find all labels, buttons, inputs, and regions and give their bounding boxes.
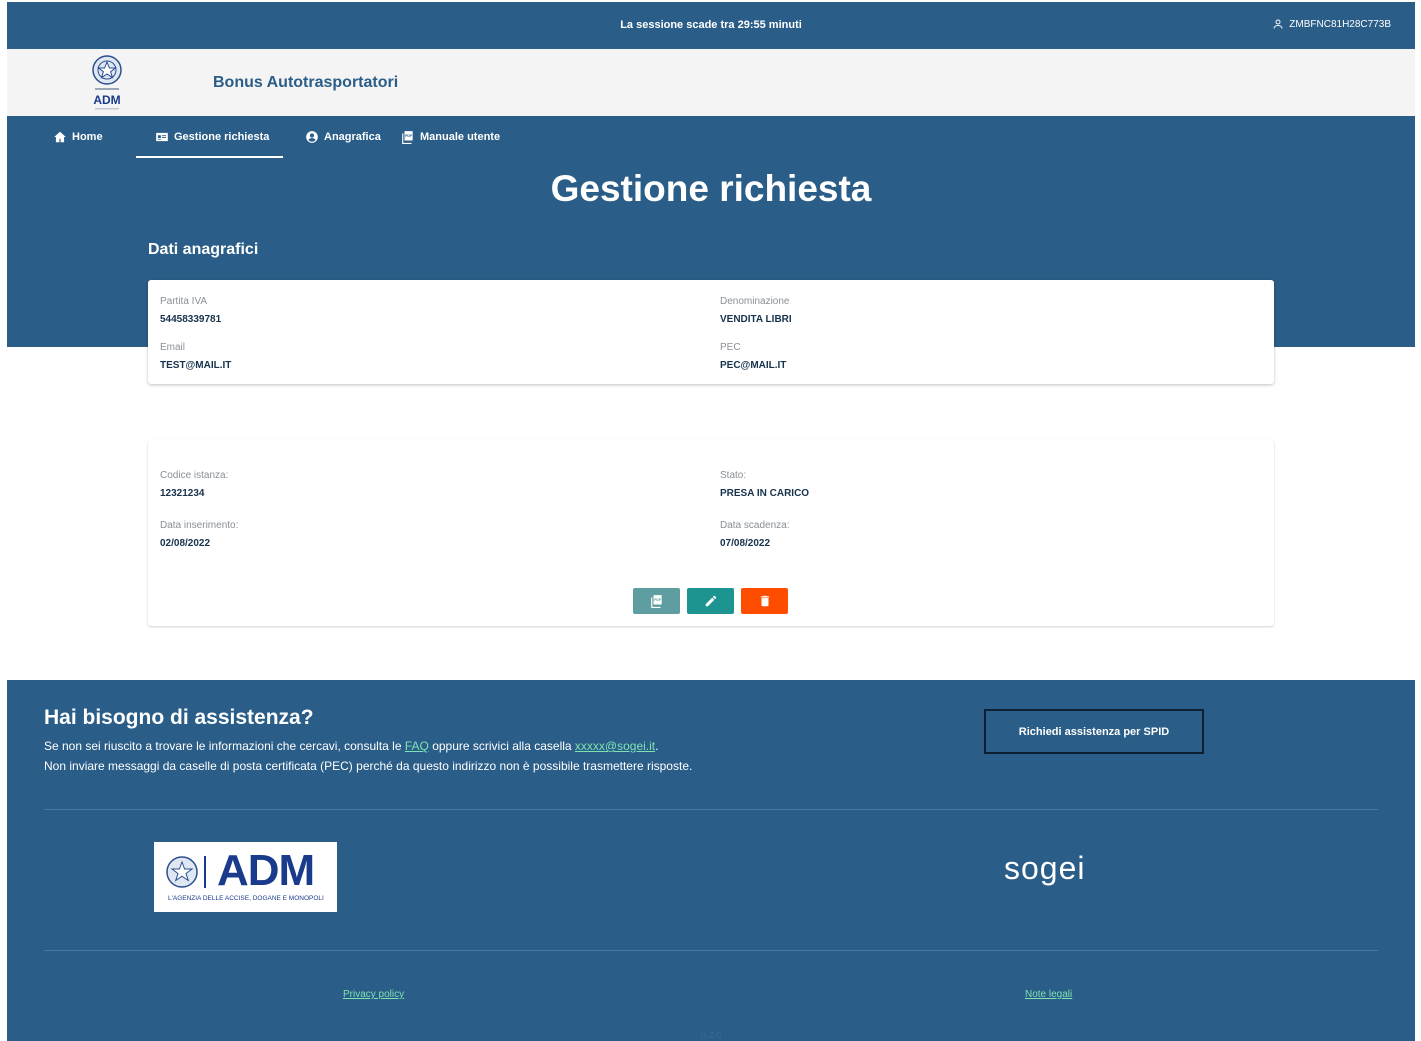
field-denominazione: Denominazione VENDITA LIBRI [720, 296, 792, 325]
pdf-icon: PDF [650, 595, 662, 608]
adm-emblem-logo[interactable]: ADM [87, 53, 127, 115]
home-icon [54, 131, 66, 143]
footer-divider-top [44, 809, 1378, 810]
section-title: Dati anagrafici [148, 241, 259, 258]
field-data-inserimento: Data inserimento: 02/08/2022 [160, 520, 238, 549]
svg-text:PDF: PDF [654, 598, 662, 602]
data-inserimento-label: Data inserimento: [160, 520, 239, 531]
pec-label: PEC [720, 342, 741, 353]
session-bar: La sessione scade tra 29:55 minuti ZMBFN… [7, 2, 1415, 49]
user-icon [1273, 19, 1283, 29]
brand-logo-text: ADM [93, 93, 120, 107]
partita-iva-value: 54458339781 [160, 314, 222, 325]
nav-item-manuale-utente[interactable]: PDF Manuale utente [401, 130, 500, 144]
field-partita-iva: Partita IVA 54458339781 [160, 296, 221, 325]
anagrafica-card: Partita IVA 54458339781 Denominazione VE… [148, 280, 1274, 384]
field-data-scadenza: Data scadenza: 07/08/2022 [720, 520, 790, 549]
istanza-card: Codice istanza: 12321234 Stato: PRESA IN… [148, 440, 1274, 626]
app-title: Bonus Autotrasportatori [213, 74, 399, 91]
session-timer-text: La sessione scade tra 29:55 minuti [620, 19, 802, 31]
denominazione-value: VENDITA LIBRI [720, 314, 792, 325]
data-scadenza-label: Data scadenza: [720, 520, 790, 531]
pdf-icon: PDF [402, 131, 413, 144]
footer: Hai bisogno di assistenza? Se non sei ri… [7, 680, 1415, 1041]
nav-item-anagrafica[interactable]: Anagrafica [305, 130, 381, 144]
pencil-icon [705, 595, 716, 607]
email-label: Email [160, 342, 186, 353]
istanza-actions: PDF [633, 588, 788, 614]
trash-icon [760, 595, 769, 607]
help-title: Hai bisogno di assistenza? [44, 706, 314, 729]
page-title: Gestione richiesta [550, 168, 872, 209]
adm-emblem-icon [166, 856, 206, 888]
nav-manuale-label: Manuale utente [420, 131, 501, 143]
email-value: TEST@MAIL.IT [160, 360, 232, 371]
codice-istanza-label: Codice istanza: [160, 470, 229, 481]
adm-footer-logo[interactable]: ADM L'AGENZIA DELLE ACCISE, DOGANE E MON… [154, 842, 337, 912]
user-menu[interactable]: ZMBFNC81H28C773B [1272, 18, 1391, 30]
adm-logo-subtitle: L'AGENZIA DELLE ACCISE, DOGANE E MONOPOL… [168, 895, 324, 902]
id-card-icon [156, 132, 168, 142]
codice-istanza-value: 12321234 [160, 488, 205, 499]
denominazione-label: Denominazione [720, 296, 790, 307]
help-text-post: . [655, 739, 659, 753]
help-text-line2: Non inviare messaggi da caselle di posta… [44, 759, 693, 773]
privacy-policy-link[interactable]: Privacy policy [343, 989, 404, 1000]
footer-divider-bottom [44, 950, 1378, 951]
nav-anagrafica-label: Anagrafica [324, 131, 381, 143]
nav-item-home[interactable]: Home [53, 130, 103, 144]
adm-logo-text: ADM [217, 846, 315, 895]
data-scadenza-value: 07/08/2022 [720, 538, 771, 549]
active-tab-indicator [136, 156, 283, 158]
download-pdf-button[interactable]: PDF [633, 588, 680, 614]
help-text-pre: Se non sei riuscito a trovare le informa… [44, 739, 405, 753]
nav-home-label: Home [72, 131, 103, 143]
data-inserimento-value: 02/08/2022 [160, 538, 211, 549]
svg-text:PDF: PDF [405, 134, 413, 138]
app-frame: La sessione scade tra 29:55 minuti ZMBFN… [7, 2, 1415, 1041]
field-email: Email TEST@MAIL.IT [160, 342, 231, 371]
app-version: 0.2.0 [700, 1030, 722, 1040]
field-stato: Stato: PRESA IN CARICO [720, 470, 809, 499]
partita-iva-label: Partita IVA [160, 296, 208, 307]
user-circle-icon [306, 131, 318, 143]
nav-item-gestione-richiesta[interactable]: Gestione richiesta [155, 130, 269, 144]
legal-notes-link[interactable]: Note legali [1025, 989, 1072, 1000]
edit-button[interactable] [687, 588, 734, 614]
pec-value: PEC@MAIL.IT [720, 360, 787, 371]
faq-link[interactable]: FAQ [405, 739, 429, 753]
user-code: ZMBFNC81H28C773B [1289, 18, 1391, 30]
spid-assistance-button[interactable]: Richiedi assistenza per SPID [984, 709, 1204, 754]
stato-label: Stato: [720, 470, 747, 481]
support-email-link[interactable]: xxxxx@sogei.it [575, 739, 655, 753]
field-codice-istanza: Codice istanza: 12321234 [160, 470, 228, 499]
nav-gestione-label: Gestione richiesta [174, 131, 270, 143]
help-text-mid: oppure scrivici alla casella [428, 739, 575, 753]
stato-value: PRESA IN CARICO [720, 488, 810, 499]
sogei-logo[interactable]: sogei [1004, 850, 1086, 887]
delete-button[interactable] [741, 588, 788, 614]
brand-header: ADM Bonus Autotrasportatori [7, 49, 1415, 116]
field-pec: PEC PEC@MAIL.IT [720, 342, 786, 371]
help-text-line1: Se non sei riuscito a trovare le informa… [44, 739, 658, 753]
